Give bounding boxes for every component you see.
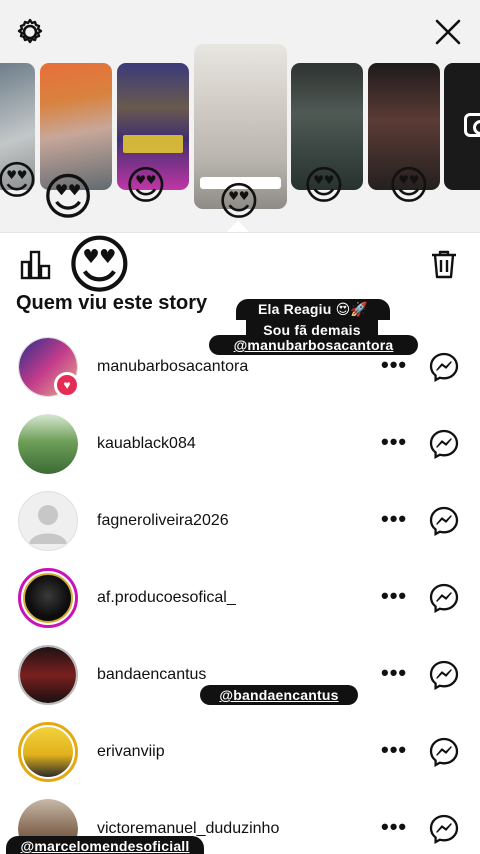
reaction-emoji: 😍 xyxy=(388,163,430,209)
delete-button[interactable] xyxy=(430,249,458,284)
messenger-icon[interactable] xyxy=(428,736,460,768)
viewer-username[interactable]: fagneroliveira2026 xyxy=(97,512,229,530)
insights-button[interactable] xyxy=(20,250,52,285)
heart-icon: ♥ xyxy=(54,372,80,398)
viewer-username[interactable]: manubarbosacantora xyxy=(97,358,248,376)
close-button[interactable] xyxy=(428,12,468,52)
viewers-title: Quem viu este story xyxy=(16,292,208,314)
viewer-username[interactable]: erivanviip xyxy=(97,743,165,761)
bar-chart-icon xyxy=(20,250,51,280)
story-strip: 😍 😍 😍 😍 😍 😍 xyxy=(0,0,480,232)
reaction-emoji: 😍 xyxy=(303,163,345,209)
messenger-icon[interactable] xyxy=(428,428,460,460)
messenger-icon[interactable] xyxy=(428,659,460,691)
camera-icon xyxy=(464,113,480,137)
reaction-emoji-large: 😍 xyxy=(66,229,133,303)
viewer-row[interactable]: af.producoesofical_ ••• xyxy=(0,561,480,638)
more-options-button[interactable]: ••• xyxy=(381,506,407,532)
messenger-icon[interactable] xyxy=(428,813,460,845)
default-user-icon xyxy=(29,505,67,544)
avatar[interactable] xyxy=(18,414,78,474)
viewer-username[interactable]: kauablack084 xyxy=(97,435,196,453)
reaction-emoji: 😍 xyxy=(42,168,95,226)
mention-sticker[interactable]: @marcelomendesoficiall xyxy=(6,836,204,854)
messenger-icon[interactable] xyxy=(428,505,460,537)
mention-sticker[interactable]: @bandaencantus xyxy=(200,685,358,705)
avatar-story-ring[interactable] xyxy=(18,568,78,628)
avatar-placeholder[interactable] xyxy=(18,491,78,551)
avatar-story-ring[interactable] xyxy=(18,722,78,782)
more-options-button[interactable]: ••• xyxy=(381,814,407,840)
more-options-button[interactable]: ••• xyxy=(381,429,407,455)
close-icon xyxy=(435,19,461,45)
reaction-emoji: 😍 xyxy=(218,179,260,225)
mention-text: @bandaencantus xyxy=(219,687,339,703)
settings-button[interactable] xyxy=(10,12,50,52)
more-options-button[interactable]: ••• xyxy=(381,737,407,763)
trash-icon xyxy=(432,250,456,279)
viewer-row[interactable]: erivanviip ••• xyxy=(0,715,480,792)
viewer-row[interactable]: kauablack084 ••• xyxy=(0,407,480,484)
messenger-icon[interactable] xyxy=(428,351,460,383)
camera-thumbnail[interactable] xyxy=(444,63,480,190)
mention-text: @marcelomendesoficiall xyxy=(20,838,190,854)
overlay-text-reaction: Ela Reagiu 😍🚀 xyxy=(236,299,390,320)
gear-icon xyxy=(17,18,43,44)
mention-sticker[interactable]: @manubarbosacantora xyxy=(209,335,418,355)
more-options-button[interactable]: ••• xyxy=(381,352,407,378)
viewer-username[interactable]: af.producoesofical_ xyxy=(97,589,236,607)
mention-text: @manubarbosacantora xyxy=(233,337,394,353)
more-options-button[interactable]: ••• xyxy=(381,583,407,609)
reaction-emoji: 😍 xyxy=(0,158,38,204)
more-options-button[interactable]: ••• xyxy=(381,660,407,686)
messenger-icon[interactable] xyxy=(428,582,460,614)
avatar[interactable] xyxy=(18,645,78,705)
reaction-emoji: 😍 xyxy=(125,163,167,209)
viewer-row[interactable]: fagneroliveira2026 ••• xyxy=(0,484,480,561)
viewer-username[interactable]: bandaencantus xyxy=(97,666,206,684)
